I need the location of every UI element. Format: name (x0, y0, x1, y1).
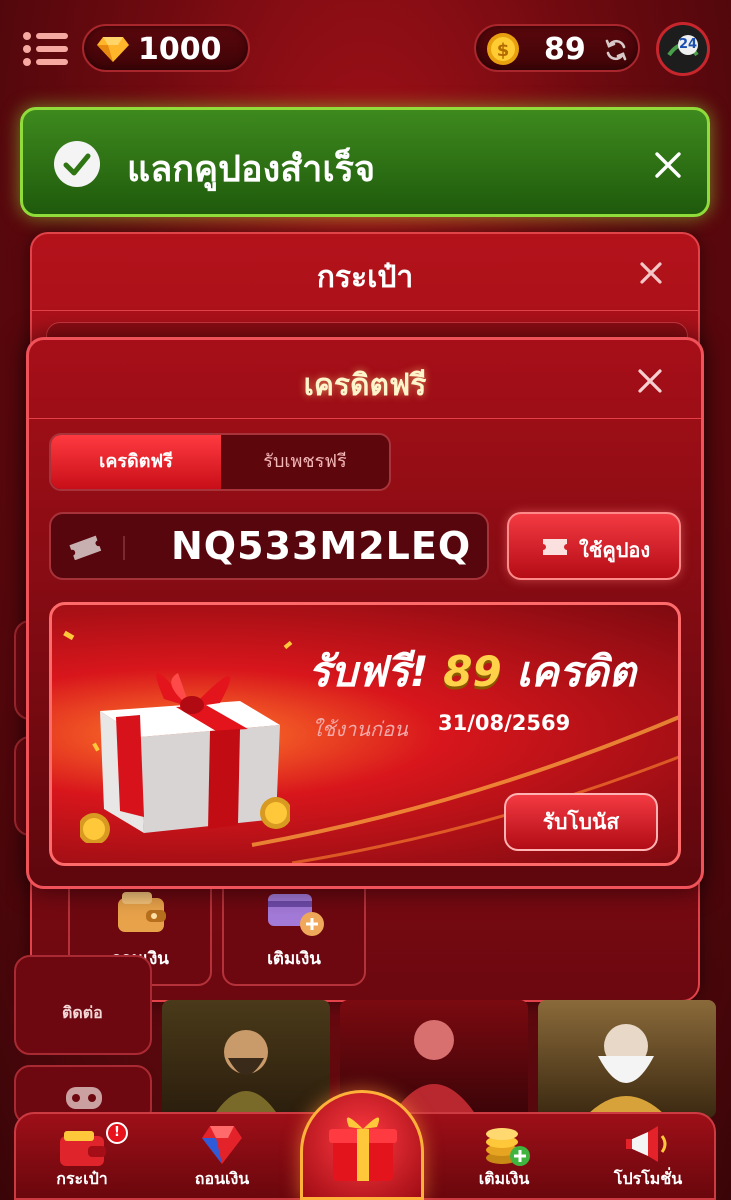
modal-close-icon[interactable] (633, 364, 667, 398)
wallet-close-icon[interactable] (634, 256, 668, 290)
banner-amount: 89 (443, 647, 502, 696)
nav-promotion[interactable]: โปรโมชั่น (588, 1114, 708, 1200)
refresh-icon[interactable] (604, 38, 628, 62)
game-thumbnail[interactable] (538, 1000, 716, 1118)
contact-label: ติดต่อ (62, 1003, 103, 1022)
banner-headline: รับฟรี! 89 เครดิต (308, 639, 636, 705)
nav-deposit-label: เติมเงิน (478, 1169, 530, 1188)
coupon-code: NQ533M2LEQ (171, 524, 472, 568)
tab-free-diamond[interactable]: รับเพชรฟรี (221, 435, 389, 489)
coin-icon: $ (486, 32, 520, 66)
check-circle-icon (53, 140, 101, 188)
svg-text:$: $ (497, 40, 510, 61)
nav-withdraw[interactable]: ถอนเงิน (162, 1114, 282, 1200)
avatar-badge: 24 (679, 37, 698, 52)
free-credit-modal: เครดิตฟรี เครดิตฟรี รับเพชรฟรี NQ533M2LE… (26, 337, 704, 889)
coins-plus-icon (482, 1124, 532, 1168)
tab-free-credit[interactable]: เครดิตฟรี (51, 435, 221, 489)
gem-balance[interactable]: 1000 (82, 24, 250, 72)
use-coupon-button[interactable]: ใช้คูปอง (507, 512, 681, 580)
coin-balance[interactable]: $ 89 (474, 24, 640, 72)
nav-wallet[interactable]: ! กระเป๋า (22, 1114, 142, 1200)
ticket-icon (541, 536, 569, 558)
modal-title: เครดิตฟรี (303, 368, 427, 403)
divider (29, 418, 701, 419)
side-contact-tile[interactable]: ติดต่อ (14, 955, 152, 1055)
nav-promotion-label: โปรโมชั่น (613, 1169, 683, 1188)
coin-amount: 89 (544, 32, 586, 67)
divider (123, 536, 125, 560)
ticket-icon (67, 534, 103, 560)
diamond-icon (96, 35, 130, 63)
notification-badge: ! (106, 1122, 128, 1144)
gem-amount: 1000 (138, 32, 222, 67)
nav-wallet-label: กระเป๋า (56, 1169, 108, 1188)
expiry-date: 31/08/2569 (438, 711, 571, 735)
game-thumbnail[interactable] (162, 1000, 330, 1118)
gift-box-icon (80, 633, 290, 843)
modal-tabs: เครดิตฟรี รับเพชรฟรี (49, 433, 391, 491)
banner-unit: เครดิต (516, 647, 636, 696)
nav-deposit[interactable]: เติมเงิน (444, 1114, 564, 1200)
free-credit-banner: รับฟรี! 89 เครดิต ใช้งานก่อน 31/08/2569 … (49, 602, 681, 866)
toast-message: แลกคูปองสำเร็จ (127, 149, 376, 190)
divider (32, 310, 698, 311)
expiry-label: ใช้งานก่อน (312, 717, 408, 741)
wallet-deposit-tile[interactable]: เติมเงิน (222, 874, 366, 986)
gift-icon (327, 1107, 399, 1183)
use-coupon-label: ใช้คูปอง (579, 538, 651, 562)
wallet-icon (116, 890, 168, 934)
coupon-input[interactable]: NQ533M2LEQ (49, 512, 489, 580)
nav-withdraw-label: ถอนเงิน (194, 1169, 250, 1188)
menu-icon[interactable] (22, 30, 70, 68)
wallet-title: กระเป๋า (316, 260, 414, 295)
avatar[interactable]: 24 (656, 22, 710, 76)
success-toast: แลกคูปองสำเร็จ (20, 107, 710, 217)
claim-bonus-button[interactable]: รับโบนัส (504, 793, 658, 851)
wallet-icon (58, 1128, 108, 1168)
megaphone-icon (624, 1126, 672, 1164)
deposit-label: เติมเงิน (267, 949, 321, 969)
gem-icon (200, 1124, 244, 1166)
banner-prefix: รับฟรี! (308, 647, 429, 696)
gamepad-icon (64, 1081, 104, 1111)
card-plus-icon (266, 890, 326, 938)
toast-close-icon[interactable] (651, 148, 685, 182)
